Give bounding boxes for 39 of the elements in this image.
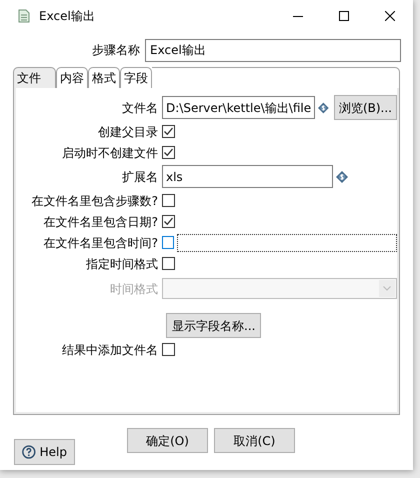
variable-icon — [318, 102, 329, 114]
field-label: 在文件名里包含日期? — [44, 214, 158, 230]
tab[interactable]: 字段 — [120, 67, 152, 88]
field-label: 结果中添加文件名 — [62, 342, 158, 358]
field-label: 文件名 — [122, 100, 158, 116]
field-label: 启动时不创建文件 — [62, 144, 158, 162]
dialog-button[interactable]: 确定(O) — [127, 428, 208, 453]
time-field[interactable] — [177, 234, 397, 252]
spreadsheet-icon — [18, 9, 30, 23]
field-label: 在文件名里包含时间? — [44, 234, 158, 252]
field-label: 扩展名 — [122, 168, 158, 186]
text-field[interactable]: D:\Server\kettle\输出\file — [162, 96, 316, 119]
checkbox[interactable] — [162, 194, 175, 207]
checkbox[interactable] — [162, 257, 175, 270]
maximize-icon — [339, 11, 349, 21]
checkbox[interactable] — [162, 236, 174, 249]
chevron-down-icon — [383, 286, 391, 291]
browse-button[interactable]: 浏览(B)... — [334, 95, 397, 120]
variable-icon — [336, 170, 348, 182]
show-fields-button[interactable]: 显示字段名称... — [166, 313, 262, 338]
help-icon — [22, 444, 36, 460]
checkbox[interactable] — [162, 343, 175, 356]
help-button[interactable]: Help — [14, 439, 75, 465]
field-label: 指定时间格式 — [86, 256, 158, 272]
field-label: 时间格式 — [110, 280, 158, 298]
field-label: 在文件名里包含步骤数? — [32, 192, 158, 210]
tab[interactable]: 格式 — [88, 67, 120, 88]
checkbox[interactable] — [162, 215, 175, 228]
window-title: Excel输出 — [39, 8, 95, 25]
dialog-button[interactable]: 取消(C) — [214, 428, 295, 453]
close-icon — [385, 11, 395, 21]
step-name-field[interactable]: Excel输出 — [145, 38, 401, 62]
field-label: 创建父目录 — [98, 124, 158, 140]
tab[interactable]: 内容 — [56, 67, 88, 88]
checkbox[interactable] — [162, 125, 175, 138]
checkbox[interactable] — [162, 146, 175, 159]
tab[interactable]: 文件 — [13, 67, 56, 88]
step-name-label: 步骤名称 — [92, 42, 140, 59]
text-field[interactable]: xls — [162, 165, 333, 188]
